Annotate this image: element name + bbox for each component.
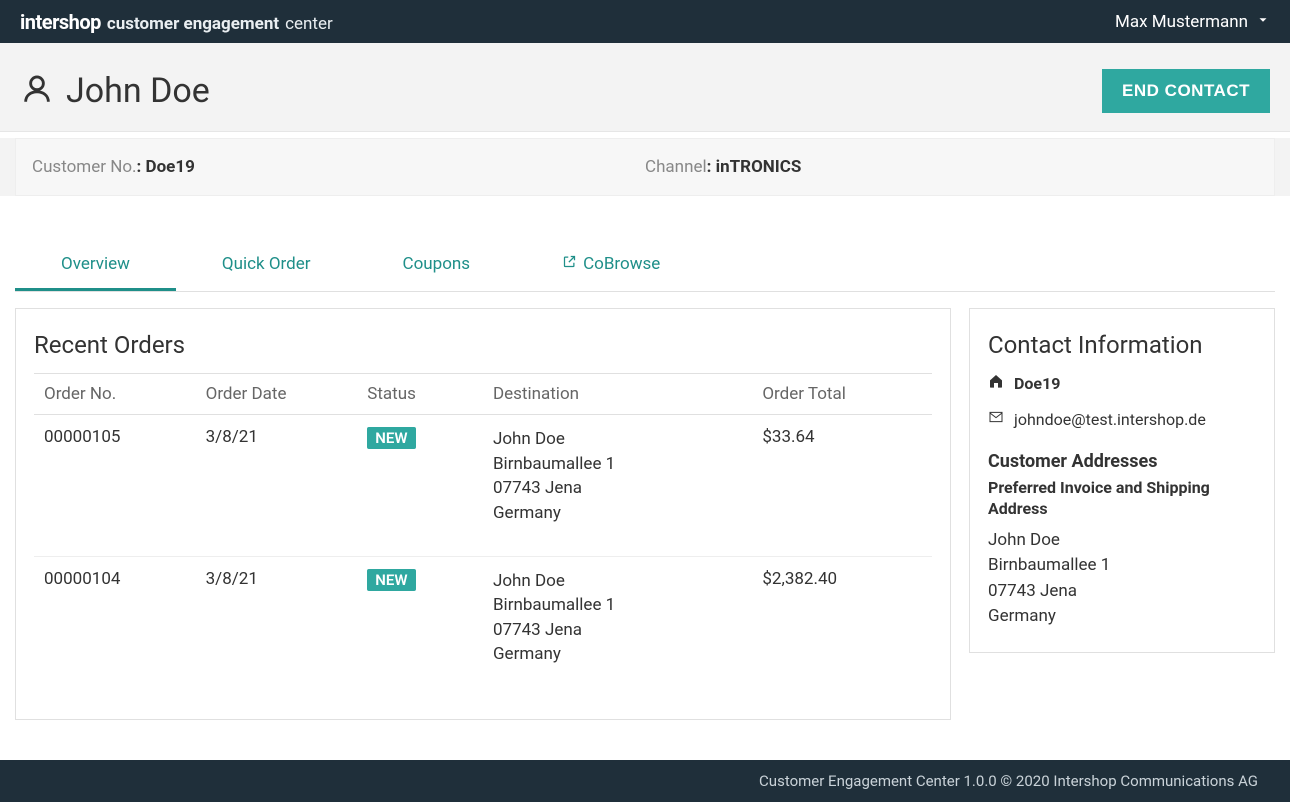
tab-quick-order-label: Quick Order bbox=[222, 254, 311, 274]
tab-cobrowse[interactable]: CoBrowse bbox=[516, 240, 706, 291]
envelope-icon bbox=[988, 409, 1004, 429]
table-row[interactable]: 00000105 3/8/21 NEW John Doe Birnbaumall… bbox=[34, 415, 932, 557]
addr-country: Germany bbox=[988, 604, 1256, 630]
cell-status: NEW bbox=[357, 556, 483, 697]
cell-destination: John Doe Birnbaumallee 1 07743 Jena Germ… bbox=[483, 415, 752, 557]
info-channel-value: inTRONICS bbox=[716, 157, 802, 177]
info-strip-wrap: Customer No.: Doe19 Channel: inTRONICS bbox=[0, 138, 1290, 196]
contact-address: John Doe Birnbaumallee 1 07743 Jena Germ… bbox=[988, 528, 1256, 630]
tab-cobrowse-label: CoBrowse bbox=[583, 254, 660, 274]
dest-street: Birnbaumallee 1 bbox=[493, 452, 742, 477]
brand-sub1: customer engagement bbox=[107, 14, 279, 34]
preferred-address-label: Preferred Invoice and Shipping Address bbox=[988, 478, 1256, 520]
col-order-date: Order Date bbox=[196, 374, 358, 415]
dest-country: Germany bbox=[493, 501, 742, 526]
person-icon bbox=[20, 72, 54, 110]
page-header: John Doe END CONTACT bbox=[0, 43, 1290, 132]
addr-city: 07743 Jena bbox=[988, 579, 1256, 605]
col-order-total: Order Total bbox=[752, 374, 932, 415]
contact-email: johndoe@test.intershop.de bbox=[1014, 410, 1206, 429]
dest-country: Germany bbox=[493, 642, 742, 667]
cell-order-date: 3/8/21 bbox=[196, 415, 358, 557]
cell-total: $2,382.40 bbox=[752, 556, 932, 697]
cell-destination: John Doe Birnbaumallee 1 07743 Jena Germ… bbox=[483, 556, 752, 697]
col-order-no: Order No. bbox=[34, 374, 196, 415]
info-channel: Channel: inTRONICS bbox=[645, 157, 1258, 177]
brand: intershop customer engagement center bbox=[20, 10, 333, 34]
table-row[interactable]: 00000104 3/8/21 NEW John Doe Birnbaumall… bbox=[34, 556, 932, 697]
top-bar: intershop customer engagement center Max… bbox=[0, 0, 1290, 43]
contact-id-row: Doe19 bbox=[988, 373, 1256, 393]
dest-city: 07743 Jena bbox=[493, 476, 742, 501]
info-channel-label: Channel bbox=[645, 157, 707, 177]
contact-info-title: Contact Information bbox=[988, 331, 1256, 359]
info-strip: Customer No.: Doe19 Channel: inTRONICS bbox=[15, 138, 1275, 196]
cell-order-no: 00000104 bbox=[34, 556, 196, 697]
status-badge: NEW bbox=[367, 569, 415, 591]
contact-email-row: johndoe@test.intershop.de bbox=[988, 409, 1256, 429]
info-customer-no-label: Customer No. bbox=[32, 157, 137, 177]
caret-down-icon bbox=[1256, 12, 1270, 32]
tabs-wrap: Overview Quick Order Coupons CoBrowse bbox=[0, 240, 1290, 292]
status-badge: NEW bbox=[367, 427, 415, 449]
cell-total: $33.64 bbox=[752, 415, 932, 557]
contact-info-panel: Contact Information Doe19 johndoe@test.i… bbox=[969, 308, 1275, 653]
orders-header-row: Order No. Order Date Status Destination … bbox=[34, 374, 932, 415]
tab-coupons[interactable]: Coupons bbox=[357, 240, 517, 291]
cell-order-no: 00000105 bbox=[34, 415, 196, 557]
brand-sub2: center bbox=[285, 14, 333, 34]
cell-order-date: 3/8/21 bbox=[196, 556, 358, 697]
cell-status: NEW bbox=[357, 415, 483, 557]
external-link-icon bbox=[562, 254, 577, 274]
addr-name: John Doe bbox=[988, 528, 1256, 554]
orders-table: Order No. Order Date Status Destination … bbox=[34, 373, 932, 697]
customer-name: John Doe bbox=[66, 71, 210, 111]
info-customer-no-value: Doe19 bbox=[146, 157, 195, 177]
recent-orders-panel: Recent Orders Order No. Order Date Statu… bbox=[15, 308, 951, 720]
dest-name: John Doe bbox=[493, 569, 742, 594]
brand-logo: intershop bbox=[20, 10, 101, 34]
dest-city: 07743 Jena bbox=[493, 618, 742, 643]
tab-overview-label: Overview bbox=[61, 254, 130, 274]
tab-overview[interactable]: Overview bbox=[15, 240, 176, 291]
tabs: Overview Quick Order Coupons CoBrowse bbox=[15, 240, 1275, 292]
info-customer-no: Customer No.: Doe19 bbox=[32, 157, 645, 177]
user-menu[interactable]: Max Mustermann bbox=[1115, 12, 1270, 32]
contact-id: Doe19 bbox=[1014, 374, 1060, 393]
dest-street: Birnbaumallee 1 bbox=[493, 593, 742, 618]
col-destination: Destination bbox=[483, 374, 752, 415]
footer: Customer Engagement Center 1.0.0 © 2020 … bbox=[0, 760, 1290, 802]
addr-street: Birnbaumallee 1 bbox=[988, 553, 1256, 579]
footer-text: Customer Engagement Center 1.0.0 © 2020 … bbox=[759, 772, 1258, 790]
user-name: Max Mustermann bbox=[1115, 12, 1248, 32]
recent-orders-title: Recent Orders bbox=[34, 331, 932, 359]
col-status: Status bbox=[357, 374, 483, 415]
customer-title: John Doe bbox=[20, 71, 210, 111]
home-icon bbox=[988, 373, 1004, 393]
customer-addresses-heading: Customer Addresses bbox=[988, 451, 1256, 472]
tab-coupons-label: Coupons bbox=[403, 254, 471, 274]
main-columns: Recent Orders Order No. Order Date Statu… bbox=[0, 292, 1290, 760]
end-contact-button[interactable]: END CONTACT bbox=[1102, 69, 1270, 113]
tab-quick-order[interactable]: Quick Order bbox=[176, 240, 357, 291]
dest-name: John Doe bbox=[493, 427, 742, 452]
